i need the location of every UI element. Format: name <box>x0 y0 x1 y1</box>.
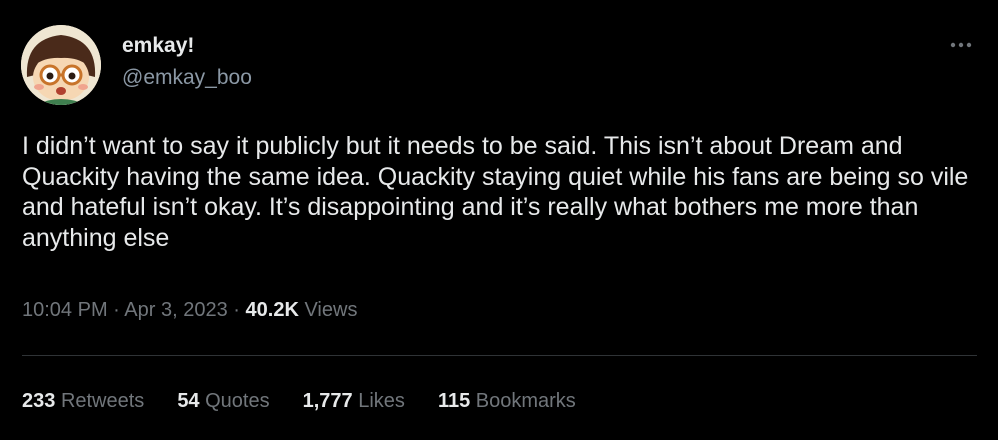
engagement-stats: 233 Retweets 54 Quotes 1,777 Likes 115 B… <box>22 388 609 414</box>
retweets-stat[interactable]: 233 Retweets <box>22 388 144 414</box>
bookmarks-label: Bookmarks <box>475 390 576 412</box>
avatar[interactable] <box>21 25 101 105</box>
tweet-time[interactable]: 10:04 PM <box>22 299 108 321</box>
likes-label: Likes <box>358 390 405 412</box>
tweet-meta: 10:04 PM · Apr 3, 2023 · 40.2K Views <box>22 297 357 323</box>
quotes-count: 54 <box>177 390 200 412</box>
meta-separator: · <box>233 299 240 321</box>
views-count: 40.2K <box>245 299 299 321</box>
user-handle[interactable]: @emkay_boo <box>122 65 252 91</box>
avatar-image <box>21 25 101 105</box>
likes-count: 1,777 <box>302 390 353 412</box>
likes-stat[interactable]: 1,777 Likes <box>303 388 405 414</box>
tweet-date[interactable]: Apr 3, 2023 <box>124 299 227 321</box>
retweets-label: Retweets <box>60 390 145 412</box>
display-name[interactable]: emkay! <box>122 33 194 59</box>
quotes-label: Quotes <box>205 390 270 412</box>
tweet-card: emkay! @emkay_boo I didn’t want to say i… <box>0 0 998 440</box>
more-horizontal-icon <box>950 42 972 48</box>
quotes-stat[interactable]: 54 Quotes <box>177 388 269 414</box>
divider <box>22 355 977 356</box>
bookmarks-count: 115 <box>437 390 471 412</box>
meta-separator: · <box>113 299 120 321</box>
views-label: Views <box>304 299 358 321</box>
tweet-text: I didn’t want to say it publicly but it … <box>22 132 969 252</box>
more-options-button[interactable] <box>946 30 976 60</box>
bookmarks-stat[interactable]: 115 Bookmarks <box>438 388 576 414</box>
retweets-count: 233 <box>22 390 56 412</box>
